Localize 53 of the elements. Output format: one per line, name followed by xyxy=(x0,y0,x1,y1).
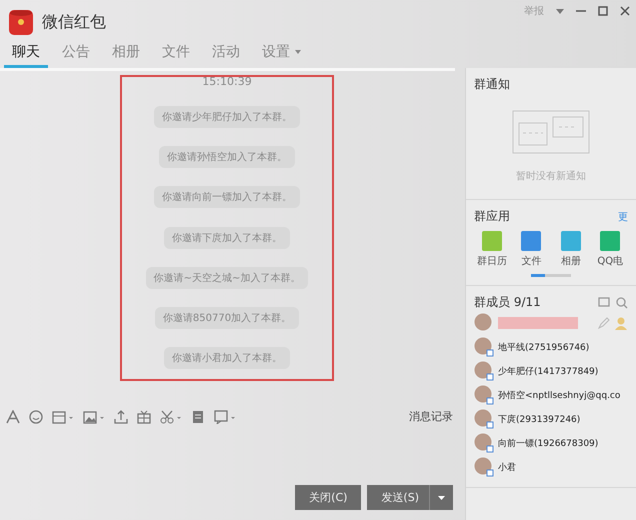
app-button[interactable]: 相册 xyxy=(553,231,588,268)
search-icon[interactable] xyxy=(616,296,628,308)
system-message: 你邀请少年肥仔加入了本群。 xyxy=(154,106,300,128)
avatar[interactable] xyxy=(474,385,494,405)
card-icon[interactable] xyxy=(52,410,74,424)
empty-notice-text: 暂时没有新通知 xyxy=(516,170,586,183)
member-name[interactable]: 下庹(2931397246) xyxy=(498,412,580,426)
emoji-icon[interactable] xyxy=(29,410,43,424)
tab[interactable]: 聊天 xyxy=(4,38,48,68)
member-name[interactable]: 地平线(2751956746) xyxy=(498,340,590,354)
scissors-icon[interactable] xyxy=(160,410,182,424)
system-message: 你邀请小君加入了本群。 xyxy=(164,346,290,369)
app-logo xyxy=(8,8,34,36)
member-name[interactable]: 少年肥仔(1417377849) xyxy=(498,364,598,378)
caret-icon xyxy=(295,50,301,54)
maximize-icon[interactable] xyxy=(598,6,608,16)
gift-icon[interactable] xyxy=(137,410,151,424)
close-icon[interactable] xyxy=(620,6,630,16)
app-button[interactable]: 文件 xyxy=(514,231,549,268)
member-name[interactable]: 小君 xyxy=(498,460,516,474)
timestamp: 15:10:39 xyxy=(202,75,252,88)
chat-icon[interactable] xyxy=(214,410,236,424)
document-icon[interactable] xyxy=(191,410,205,424)
members-title: 群成员 9/11 xyxy=(474,294,541,311)
caret-icon[interactable] xyxy=(556,8,564,14)
system-message: 你邀请孙悟空加入了本群。 xyxy=(159,146,295,168)
app-button[interactable]: QQ电 xyxy=(592,231,628,268)
send-options-button[interactable] xyxy=(429,485,453,510)
system-message: 你邀请850770加入了本群。 xyxy=(154,306,300,329)
font-icon[interactable] xyxy=(6,410,20,424)
avatar[interactable] xyxy=(474,361,494,381)
avatar[interactable] xyxy=(474,313,494,333)
avatar[interactable] xyxy=(474,433,494,453)
app-button[interactable]: 群日历 xyxy=(474,231,510,268)
system-message: 你邀请~天空之城~加入了本群。 xyxy=(146,266,308,289)
notice-title: 群通知 xyxy=(474,76,511,93)
avatar[interactable] xyxy=(474,457,494,477)
avatar[interactable] xyxy=(474,337,494,357)
member-name[interactable]: 孙悟空<nptllseshnyj@qq.co xyxy=(498,388,620,402)
image-icon[interactable] xyxy=(83,410,105,424)
upload-icon[interactable] xyxy=(114,410,128,424)
apps-title: 群应用 xyxy=(474,208,510,225)
window-title: 微信红包 xyxy=(42,12,106,32)
caret-icon xyxy=(438,496,445,500)
system-message: 你邀请下庹加入了本群。 xyxy=(164,226,290,249)
close-button[interactable]: 关闭(C) xyxy=(295,485,362,510)
system-message: 你邀请向前一镖加入了本群。 xyxy=(154,186,300,208)
chat-icon[interactable] xyxy=(598,296,610,308)
message-history-button[interactable]: 消息记录 xyxy=(403,408,459,425)
send-button[interactable]: 发送(S) xyxy=(367,485,429,510)
member-name[interactable]: 向前一镖(1926678309) xyxy=(498,436,598,450)
page-indicator xyxy=(531,274,571,277)
avatar[interactable] xyxy=(474,409,494,429)
